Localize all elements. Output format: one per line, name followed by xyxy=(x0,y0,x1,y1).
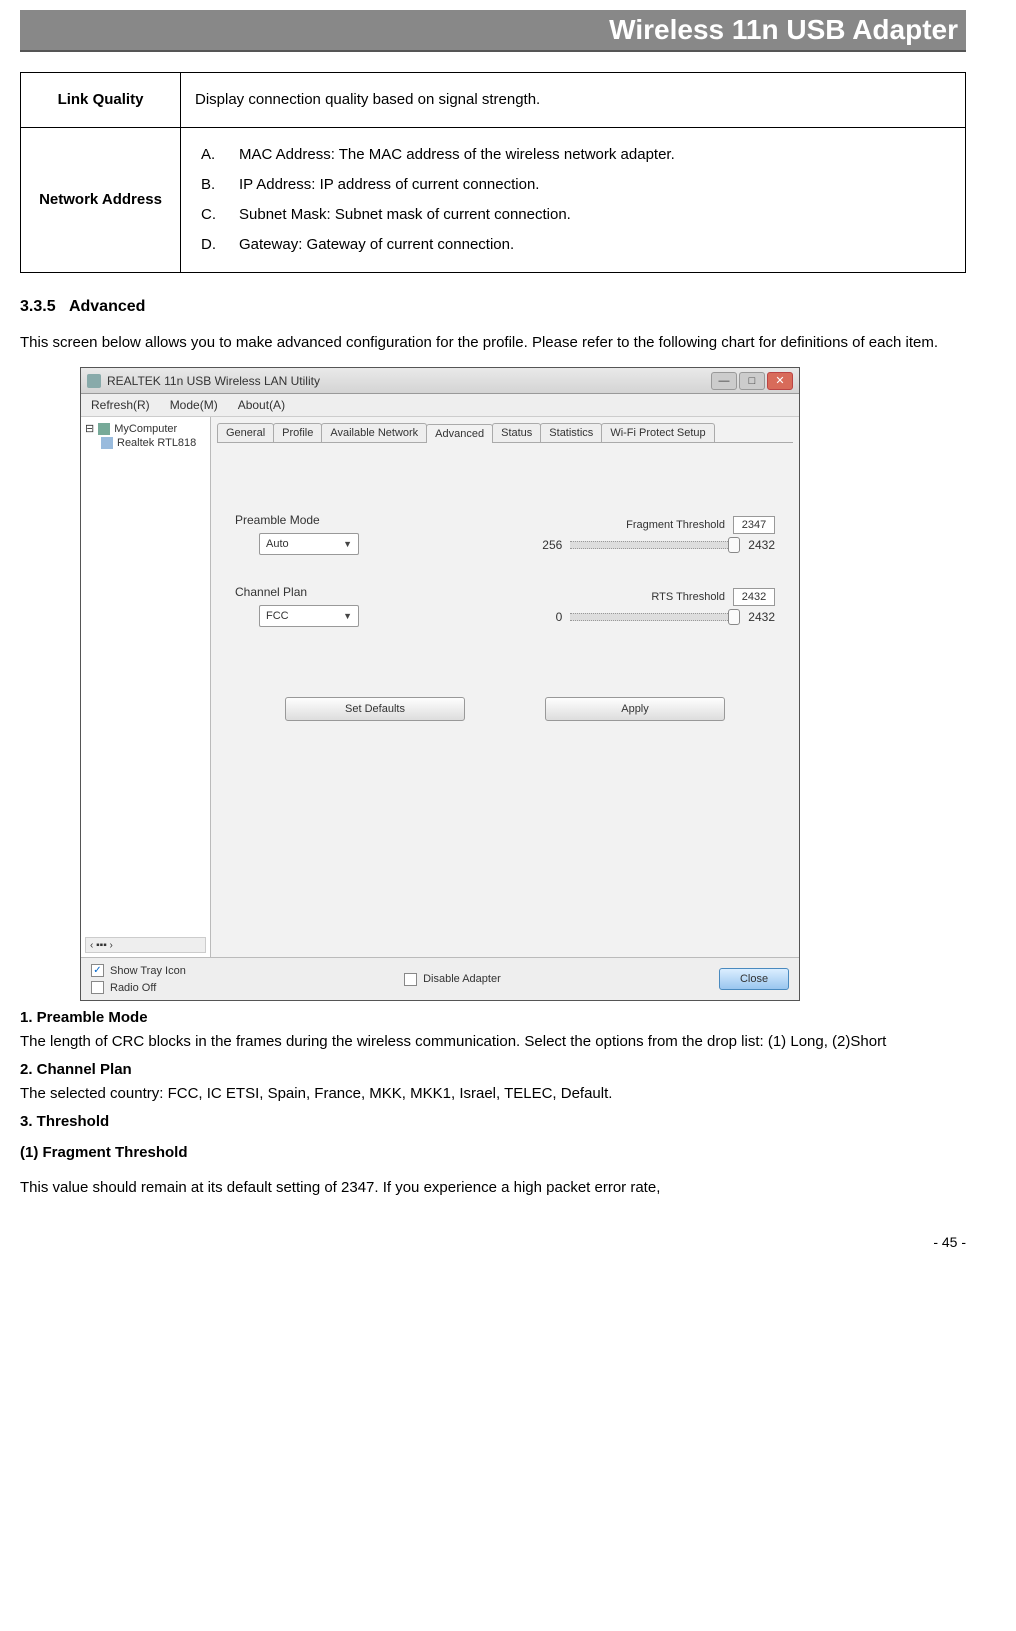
app-screenshot: REALTEK 11n USB Wireless LAN Utility — □… xyxy=(80,367,800,1001)
list-text: Subnet Mask: Subnet mask of current conn… xyxy=(239,200,571,230)
channelplan-dropdown[interactable]: FCC▼ xyxy=(259,605,359,627)
tab-general[interactable]: General xyxy=(217,423,274,442)
tab-profile[interactable]: Profile xyxy=(273,423,322,442)
list-letter: B. xyxy=(201,170,219,200)
table-row: Network Address A. MAC Address: The MAC a… xyxy=(21,128,966,273)
maximize-button[interactable]: □ xyxy=(739,372,765,390)
row-label: Network Address xyxy=(21,128,181,273)
list-text: Gateway: Gateway of current connection. xyxy=(239,230,514,260)
set-defaults-button[interactable]: Set Defaults xyxy=(285,697,465,721)
window-titlebar[interactable]: REALTEK 11n USB Wireless LAN Utility — □… xyxy=(81,368,799,394)
section-heading: 3.3.5 Advanced xyxy=(20,298,966,316)
window-title: REALTEK 11n USB Wireless LAN Utility xyxy=(107,374,320,388)
sidebar: ⊟ MyComputer Realtek RTL818 ‹ ▪▪▪ › xyxy=(81,417,211,957)
subheading-fragment-threshold: (1) Fragment Threshold xyxy=(20,1144,966,1161)
chevron-down-icon: ▼ xyxy=(343,611,352,621)
fragment-slider[interactable] xyxy=(570,541,740,549)
tab-status[interactable]: Status xyxy=(492,423,541,442)
rts-min: 0 xyxy=(556,610,563,624)
tab-body-advanced: Preamble Mode Auto▼ Fragment Threshold 2… xyxy=(217,443,793,951)
table-row: Link Quality Display connection quality … xyxy=(21,73,966,128)
row-desc: A. MAC Address: The MAC address of the wi… xyxy=(181,128,966,273)
list-letter: A. xyxy=(201,140,219,170)
app-icon xyxy=(87,374,101,388)
tab-statistics[interactable]: Statistics xyxy=(540,423,602,442)
definitions-table: Link Quality Display connection quality … xyxy=(20,72,966,273)
tab-advanced[interactable]: Advanced xyxy=(426,424,493,443)
tab-wps[interactable]: Wi-Fi Protect Setup xyxy=(601,423,714,442)
rts-value[interactable]: 2432 xyxy=(733,588,775,606)
device-tree: ⊟ MyComputer Realtek RTL818 xyxy=(85,421,206,450)
list-letter: C. xyxy=(201,200,219,230)
fragment-label: Fragment Threshold xyxy=(626,519,725,531)
close-app-button[interactable]: Close xyxy=(719,968,789,990)
disable-adapter-checkbox[interactable]: Disable Adapter xyxy=(404,973,501,986)
preamble-label: Preamble Mode xyxy=(235,513,524,527)
tab-strip: General Profile Available Network Advanc… xyxy=(217,423,793,443)
page-header: Wireless 11n USB Adapter xyxy=(20,10,966,52)
minimize-button[interactable]: — xyxy=(711,372,737,390)
computer-icon xyxy=(98,423,110,435)
subheading-threshold: 3. Threshold xyxy=(20,1113,966,1130)
subheading-channelplan: 2. Channel Plan xyxy=(20,1061,966,1078)
sidebar-scrollbar[interactable]: ‹ ▪▪▪ › xyxy=(85,937,206,953)
row-label: Link Quality xyxy=(21,73,181,128)
paragraph: This value should remain at its default … xyxy=(20,1171,966,1204)
rts-slider[interactable] xyxy=(570,613,740,621)
slider-thumb-icon[interactable] xyxy=(728,537,740,553)
row-desc: Display connection quality based on sign… xyxy=(181,73,966,128)
slider-thumb-icon[interactable] xyxy=(728,609,740,625)
adapter-icon xyxy=(101,437,113,449)
tree-root[interactable]: ⊟ MyComputer xyxy=(85,421,206,436)
fragment-value[interactable]: 2347 xyxy=(733,516,775,534)
tab-available-network[interactable]: Available Network xyxy=(321,423,427,442)
apply-button[interactable]: Apply xyxy=(545,697,725,721)
checkbox-icon xyxy=(91,981,104,994)
paragraph: The selected country: FCC, IC ETSI, Spai… xyxy=(20,1080,966,1107)
page-number: - 45 - xyxy=(20,1234,966,1250)
radio-off-checkbox[interactable]: Radio Off xyxy=(91,981,186,994)
list-text: MAC Address: The MAC address of the wire… xyxy=(239,140,675,170)
checkbox-icon: ✓ xyxy=(91,964,104,977)
menu-item[interactable]: Refresh(R) xyxy=(91,398,150,412)
preamble-dropdown[interactable]: Auto▼ xyxy=(259,533,359,555)
menu-item[interactable]: Mode(M) xyxy=(170,398,218,412)
section-intro: This screen below allows you to make adv… xyxy=(20,326,966,359)
subheading-preamble: 1. Preamble Mode xyxy=(20,1009,966,1026)
close-button[interactable]: ✕ xyxy=(767,372,793,390)
app-footer: ✓ Show Tray Icon Radio Off Disable Adapt… xyxy=(81,957,799,1000)
show-tray-checkbox[interactable]: ✓ Show Tray Icon xyxy=(91,964,186,977)
fragment-max: 2432 xyxy=(748,538,775,552)
list-text: IP Address: IP address of current connec… xyxy=(239,170,539,200)
checkbox-icon xyxy=(404,973,417,986)
tree-child[interactable]: Realtek RTL818 xyxy=(101,436,206,450)
list-letter: D. xyxy=(201,230,219,260)
chevron-down-icon: ▼ xyxy=(343,539,352,549)
paragraph: The length of CRC blocks in the frames d… xyxy=(20,1028,966,1055)
rts-label: RTS Threshold xyxy=(651,591,725,603)
rts-max: 2432 xyxy=(748,610,775,624)
channelplan-label: Channel Plan xyxy=(235,585,538,599)
menubar: Refresh(R) Mode(M) About(A) xyxy=(81,394,799,417)
fragment-min: 256 xyxy=(542,538,562,552)
menu-item[interactable]: About(A) xyxy=(238,398,285,412)
